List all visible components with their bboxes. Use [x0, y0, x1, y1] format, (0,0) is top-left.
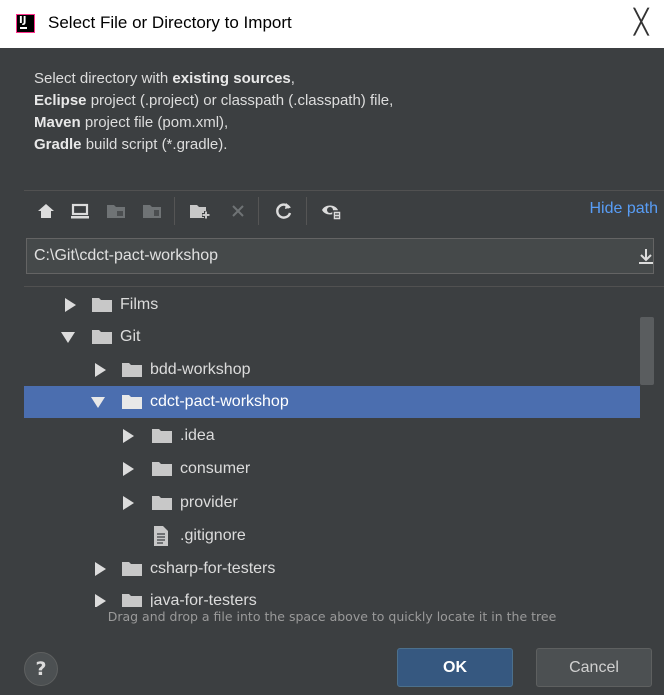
delete-icon[interactable]	[226, 199, 250, 223]
help-button[interactable]: ?	[24, 652, 58, 686]
new-folder-icon[interactable]	[188, 199, 212, 223]
hide-path-link[interactable]: Hide path	[590, 200, 659, 218]
expand-arrow-icon[interactable]	[120, 461, 136, 477]
expand-arrow-icon[interactable]	[92, 362, 108, 378]
tree-item-label: bdd-workshop	[150, 361, 251, 378]
tree-item-bdd-workshop[interactable]: bdd-workshop	[24, 354, 640, 386]
window-title: Select File or Directory to Import	[48, 13, 292, 32]
tree-item-provider[interactable]: provider	[24, 487, 640, 519]
tree-item-label: cdct-pact-workshop	[150, 393, 289, 410]
tree-item-gitignore[interactable]: .gitignore	[24, 520, 640, 552]
tree-item-films[interactable]: Films	[24, 289, 640, 321]
toolbar-separator	[174, 197, 175, 225]
desc-line4-rest: build script (*.gradle).	[81, 136, 228, 153]
refresh-icon[interactable]	[272, 199, 296, 223]
desc-line1-bold: existing sources	[172, 70, 291, 87]
intellij-logo-icon: IJ	[16, 14, 35, 33]
tree-scrollbar[interactable]	[640, 317, 654, 385]
collapse-arrow-icon[interactable]	[90, 394, 106, 410]
text-file-icon	[154, 526, 168, 546]
folder-icon	[92, 330, 112, 344]
tree-item-label: csharp-for-testers	[150, 560, 276, 577]
expand-arrow-icon[interactable]	[62, 297, 78, 313]
tree-item-cdct-pact-workshop[interactable]: cdct-pact-workshop	[24, 386, 640, 418]
drag-drop-hint: Drag and drop a file into the space abov…	[107, 609, 557, 624]
desktop-icon[interactable]	[68, 199, 92, 223]
folder-icon	[152, 429, 172, 443]
close-icon[interactable]: ╳	[634, 10, 648, 34]
folder-icon	[122, 395, 142, 409]
tree-item-label: Films	[120, 296, 159, 313]
desc-line1-suffix: ,	[290, 70, 295, 87]
folder-icon	[122, 594, 142, 607]
expand-arrow-icon[interactable]	[92, 593, 108, 607]
expand-arrow-icon[interactable]	[120, 495, 136, 511]
tree-item-csharp-for-testers[interactable]: csharp-for-testers	[24, 553, 640, 585]
folder-icon	[152, 496, 172, 510]
tree-item-label: Git	[120, 328, 141, 345]
desc-line1-prefix: Select directory with	[34, 70, 173, 87]
description: Select directory with existing sources, …	[34, 68, 634, 156]
ok-button[interactable]: OK	[397, 648, 513, 687]
desc-line3-bold: Maven	[34, 114, 81, 131]
collapse-arrow-icon[interactable]	[60, 329, 76, 345]
download-icon[interactable]	[634, 242, 658, 270]
tree-item-java-for-testers[interactable]: java-for-testers	[24, 585, 640, 607]
toolbar-separator	[306, 197, 307, 225]
show-hidden-icon[interactable]	[320, 199, 344, 223]
folder-icon	[92, 298, 112, 312]
file-tree[interactable]: Films Git bdd-workshop cdct-pact-worksho…	[24, 286, 664, 607]
module-icon[interactable]	[140, 199, 164, 223]
expand-arrow-icon[interactable]	[92, 561, 108, 577]
expand-arrow-icon[interactable]	[120, 428, 136, 444]
folder-icon	[152, 462, 172, 476]
tree-item-consumer[interactable]: consumer	[24, 453, 640, 485]
project-icon[interactable]	[104, 199, 128, 223]
folder-icon	[122, 363, 142, 377]
tree-item-label: .idea	[180, 427, 215, 444]
home-icon[interactable]	[34, 199, 58, 223]
tree-item-idea[interactable]: .idea	[24, 420, 640, 452]
tree-item-label: consumer	[180, 460, 251, 477]
desc-line4-bold: Gradle	[34, 136, 82, 153]
title-bar: IJ Select File or Directory to Import ╳	[0, 0, 664, 48]
cancel-button[interactable]: Cancel	[536, 648, 652, 687]
tree-item-label: java-for-testers	[150, 592, 257, 607]
tree-item-git[interactable]: Git	[24, 321, 640, 353]
toolbar: Hide path	[24, 190, 664, 231]
path-input[interactable]: C:\Git\cdct-pact-workshop	[26, 238, 654, 274]
desc-line2-rest: project (.project) or classpath (.classp…	[86, 92, 394, 109]
folder-icon	[122, 562, 142, 576]
desc-line3-rest: project file (pom.xml),	[80, 114, 229, 131]
desc-line2-bold: Eclipse	[34, 92, 87, 109]
tree-item-label: provider	[180, 494, 238, 511]
toolbar-separator	[258, 197, 259, 225]
tree-item-label: .gitignore	[180, 527, 246, 544]
